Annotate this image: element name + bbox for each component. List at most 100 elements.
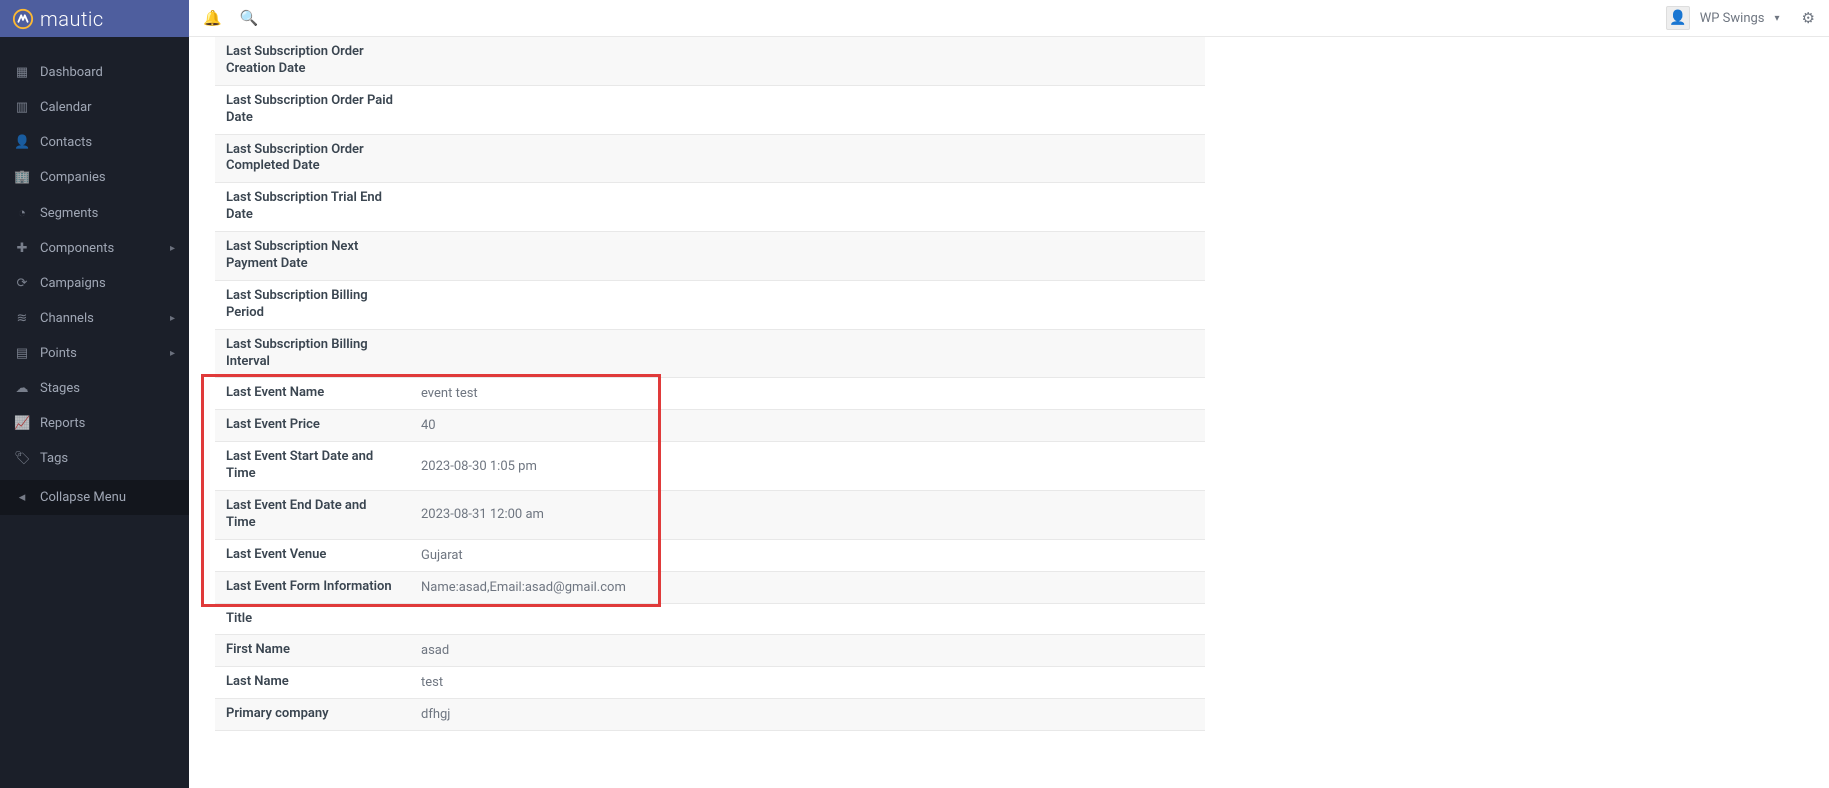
channels-icon: ≋	[14, 311, 30, 326]
sidebar-item-label: Tags	[40, 451, 68, 466]
detail-label: Last Subscription Billing Interval	[215, 329, 410, 378]
logo-bar[interactable]: mautic	[0, 0, 189, 37]
detail-value: dfhgj	[410, 699, 1205, 731]
sidebar-item-channels[interactable]: ≋Channels▸	[0, 301, 189, 336]
segments-icon: ◔	[14, 205, 30, 221]
sidebar-item-label: Stages	[40, 381, 80, 396]
dashboard-icon: ▦	[14, 65, 30, 80]
sidebar: mautic ▦Dashboard ▥Calendar 👤Contacts 🏢C…	[0, 0, 189, 788]
user-name[interactable]: WP Swings	[1700, 11, 1765, 26]
sidebar-item-label: Segments	[40, 206, 98, 221]
detail-value: 2023-08-31 12:00 am	[410, 491, 1205, 540]
sidebar-item-label: Reports	[40, 416, 85, 431]
detail-label: Last Event Start Date and Time	[215, 442, 410, 491]
sidebar-item-collapse[interactable]: ◂Collapse Menu	[0, 480, 189, 515]
detail-value: test	[410, 667, 1205, 699]
detail-value	[410, 134, 1205, 183]
main-nav: ▦ Dashboard ▥ Calendar 👤Contacts 🏢Companie…	[0, 37, 189, 515]
mautic-logo-icon	[12, 8, 34, 30]
detail-value	[410, 183, 1205, 232]
detail-value	[410, 329, 1205, 378]
detail-value: 2023-08-30 1:05 pm	[410, 442, 1205, 491]
detail-label: Title	[215, 603, 410, 635]
detail-label: Last Subscription Billing Period	[215, 280, 410, 329]
detail-row: Last Event Price40	[215, 410, 1205, 442]
sidebar-item-label: Collapse Menu	[40, 490, 126, 505]
search-icon[interactable]: 🔍	[240, 9, 259, 27]
detail-value: Name:asad,Email:asad@gmail.com	[410, 571, 1205, 603]
components-icon: ✚	[14, 241, 30, 256]
sidebar-item-stages[interactable]: ☁ Stages	[0, 371, 189, 406]
detail-value: asad	[410, 635, 1205, 667]
detail-row: Last Event Form InformationName:asad,Ema…	[215, 571, 1205, 603]
detail-row: Last Event Nameevent test	[215, 378, 1205, 410]
campaigns-icon: ⟳	[14, 276, 30, 291]
detail-label: Last Event End Date and Time	[215, 491, 410, 540]
main-area: 🔔 🔍 👤 WP Swings ▾ ⚙ Last Subscription Or…	[189, 0, 1829, 788]
detail-value	[410, 280, 1205, 329]
sidebar-item-label: Dashboard	[40, 65, 103, 80]
sidebar-item-reports[interactable]: 📈 Reports	[0, 406, 189, 441]
sidebar-item-companies[interactable]: 🏢Companies	[0, 160, 189, 195]
detail-row: Last Nametest	[215, 667, 1205, 699]
detail-value	[410, 232, 1205, 281]
stages-icon: ☁	[14, 381, 30, 396]
sidebar-item-label: Channels	[40, 311, 94, 326]
chevron-right-icon: ▸	[170, 243, 175, 254]
sidebar-item-label: Points	[40, 346, 77, 361]
companies-icon: 🏢	[14, 170, 30, 185]
sidebar-item-label: Components	[40, 241, 114, 256]
detail-label: Last Event Price	[215, 410, 410, 442]
detail-label: Primary company	[215, 699, 410, 731]
detail-label: Last Event Venue	[215, 539, 410, 571]
detail-row: Last Event VenueGujarat	[215, 539, 1205, 571]
detail-row: Primary companydfhgj	[215, 699, 1205, 731]
sidebar-item-campaigns[interactable]: ⟳ Campaigns	[0, 266, 189, 301]
points-icon: ▤	[14, 346, 30, 361]
user-menu-caret-icon[interactable]: ▾	[1775, 13, 1780, 24]
detail-label: Last Subscription Order Paid Date	[215, 85, 410, 134]
sidebar-item-points[interactable]: ▤ Points ▸	[0, 336, 189, 371]
detail-row: Title	[215, 603, 1205, 635]
detail-label: Last Event Form Information	[215, 571, 410, 603]
chevron-right-icon: ▸	[170, 348, 175, 359]
avatar[interactable]: 👤	[1666, 6, 1690, 30]
detail-value: 40	[410, 410, 1205, 442]
detail-side-panel	[1225, 37, 1465, 731]
detail-label: Last Subscription Order Completed Date	[215, 134, 410, 183]
detail-row: Last Subscription Trial End Date	[215, 183, 1205, 232]
detail-row: Last Subscription Billing Period	[215, 280, 1205, 329]
sidebar-item-tags[interactable]: 🏷 Tags	[0, 441, 189, 476]
reports-icon: 📈	[14, 416, 30, 431]
sidebar-item-contacts[interactable]: 👤Contacts	[0, 125, 189, 160]
sidebar-item-label: Campaigns	[40, 276, 106, 291]
detail-value	[410, 85, 1205, 134]
detail-value: event test	[410, 378, 1205, 410]
detail-row: Last Subscription Order Paid Date	[215, 85, 1205, 134]
notifications-icon[interactable]: 🔔	[203, 9, 222, 27]
detail-row: Last Event Start Date and Time2023-08-30…	[215, 442, 1205, 491]
sidebar-item-dashboard[interactable]: ▦ Dashboard	[0, 55, 189, 90]
detail-label: Last Event Name	[215, 378, 410, 410]
detail-row: Last Event End Date and Time2023-08-31 1…	[215, 491, 1205, 540]
calendar-icon: ▥	[14, 100, 30, 115]
contact-details-table: Last Subscription Order Creation DateLas…	[215, 37, 1205, 731]
detail-label: Last Subscription Order Creation Date	[215, 37, 410, 85]
detail-value	[410, 603, 1205, 635]
detail-row: Last Subscription Next Payment Date	[215, 232, 1205, 281]
sidebar-item-segments[interactable]: ◔ Segments	[0, 195, 189, 231]
detail-label: Last Subscription Trial End Date	[215, 183, 410, 232]
tags-icon: 🏷	[14, 451, 30, 466]
sidebar-item-calendar[interactable]: ▥ Calendar	[0, 90, 189, 125]
detail-row: Last Subscription Order Completed Date	[215, 134, 1205, 183]
sidebar-item-components[interactable]: ✚ Components ▸	[0, 231, 189, 266]
detail-label: Last Subscription Next Payment Date	[215, 232, 410, 281]
detail-value: Gujarat	[410, 539, 1205, 571]
detail-label: First Name	[215, 635, 410, 667]
detail-value	[410, 37, 1205, 85]
contacts-icon: 👤	[14, 135, 30, 150]
sidebar-item-label: Calendar	[40, 100, 92, 115]
detail-row: Last Subscription Billing Interval	[215, 329, 1205, 378]
settings-gear-icon[interactable]: ⚙	[1802, 9, 1815, 27]
detail-row: Last Subscription Order Creation Date	[215, 37, 1205, 85]
